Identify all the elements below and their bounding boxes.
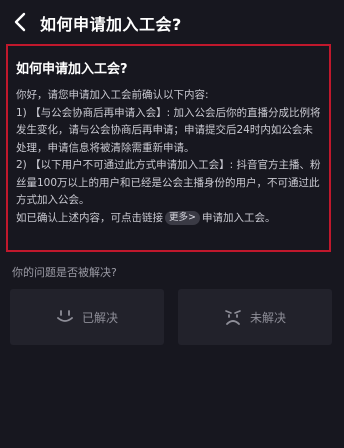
article-intro: 你好，请您申请加入工会前确认以下内容: [16, 89, 209, 101]
chevron-left-icon [14, 12, 26, 32]
confirm-prefix: 如已确认上述内容，可点击链接 [16, 211, 163, 224]
article-body: 你好，请您申请加入工会前确认以下内容: 1) 【与公会协商后再申请入会】: 加入… [16, 87, 321, 227]
smile-face-icon [56, 310, 74, 324]
solved-button[interactable]: 已解决 [10, 289, 164, 345]
article-confirm: 如已确认上述内容，可点击链接 更多> 申请加入工会。 [16, 210, 321, 228]
more-link[interactable]: 更多> [165, 210, 200, 225]
back-button[interactable] [8, 10, 32, 34]
article-panel: 如何申请加入工会? 你好，请您申请加入工会前确认以下内容: 1) 【与公会协商后… [6, 44, 331, 252]
article-title: 如何申请加入工会? [16, 62, 128, 77]
solved-label: 已解决 [81, 310, 118, 325]
feedback-question: 你的问题是否被解决? [12, 266, 117, 279]
confirm-suffix: 申请加入工会。 [201, 211, 276, 224]
article-item-1: 1) 【与公会协商后再申请入会】: 加入公会后你的直播分成比例将发生变化，请与公… [16, 106, 321, 154]
article-item-2: 2) 【以下用户不可通过此方式申请加入工会】: 抖音官方主播、粉丝量100万以上… [16, 159, 321, 206]
top-bar: 如何申请加入工会? [0, 0, 344, 44]
page-title: 如何申请加入工会? [40, 15, 182, 34]
unsolved-label: 未解决 [249, 310, 286, 325]
sad-face-icon [224, 309, 242, 325]
unsolved-button[interactable]: 未解决 [178, 289, 332, 345]
